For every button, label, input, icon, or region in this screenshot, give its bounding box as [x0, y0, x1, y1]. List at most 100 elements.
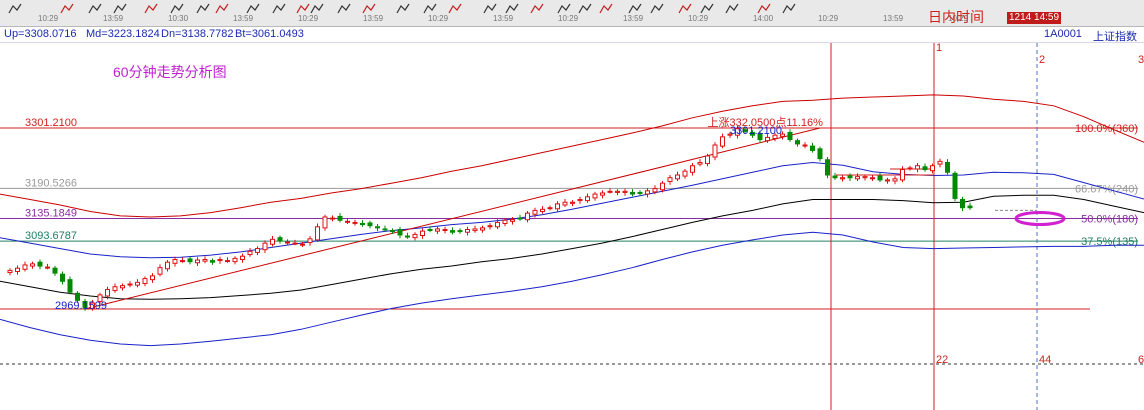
candle-body-108 — [817, 148, 823, 160]
candle-body-93 — [705, 155, 710, 165]
tool-icon-1[interactable] — [60, 1, 74, 14]
candle-body-116 — [877, 175, 883, 181]
candle-body-69 — [525, 212, 530, 221]
candle-body-27 — [210, 260, 215, 263]
candle-body-0 — [7, 269, 13, 274]
tool-icon-28[interactable] — [757, 1, 771, 14]
tool-icon-9[interactable] — [272, 1, 286, 14]
candle-body-49 — [375, 226, 380, 229]
time-marker-2: 22 — [936, 354, 948, 366]
candle-body-28 — [217, 258, 223, 262]
candle-body-115 — [870, 177, 875, 180]
tool-icon-24[interactable] — [650, 1, 664, 14]
candle-body-34 — [262, 242, 268, 251]
tool-icon-12[interactable] — [337, 1, 351, 14]
tool-icon-8[interactable] — [246, 1, 260, 14]
time-marker-0: 1 — [936, 43, 942, 54]
toolbar-time-11: 14:00 — [753, 14, 774, 23]
candle-body-39 — [300, 243, 305, 246]
toolbar-time-10: 10:29 — [688, 14, 709, 23]
candle-body-29 — [225, 260, 230, 263]
candle-body-42 — [322, 216, 328, 229]
candle-body-64 — [487, 225, 493, 228]
tool-icon-27[interactable] — [725, 1, 739, 14]
candle-body-119 — [900, 169, 905, 181]
tool-icon-6[interactable] — [196, 1, 210, 14]
toolbar-time-7: 13:59 — [493, 14, 514, 23]
candle-body-20 — [157, 267, 163, 275]
level-label-3: 3093.6787 — [25, 230, 77, 242]
toolbar-time-8: 10:29 — [558, 14, 579, 23]
candle-body-77 — [585, 196, 590, 202]
tool-icon-23[interactable] — [628, 1, 642, 14]
time-marker-5: 3 — [1138, 54, 1144, 66]
candle-body-78 — [592, 193, 598, 199]
candle-body-121 — [915, 165, 920, 170]
candle-body-40 — [307, 238, 313, 244]
candle-body-19 — [150, 275, 155, 281]
tool-icon-13[interactable] — [362, 1, 376, 14]
candle-body-118 — [892, 178, 898, 182]
candle-body-83 — [630, 191, 635, 195]
candle-body-68 — [517, 217, 523, 220]
candle-body-110 — [832, 175, 838, 179]
tool-icon-21[interactable] — [578, 1, 592, 14]
candle-body-30 — [232, 257, 238, 263]
candle-body-120 — [907, 167, 913, 170]
candle-body-59 — [450, 230, 455, 233]
candle-body-109 — [825, 159, 830, 176]
candle-body-124 — [937, 160, 943, 165]
annotation-2: 2969.1599 — [55, 300, 107, 312]
index-code[interactable]: 1A0001 — [1044, 28, 1082, 40]
tool-icon-5[interactable] — [170, 1, 184, 14]
tool-icon-15[interactable] — [423, 1, 437, 14]
candle-body-122 — [922, 166, 928, 171]
tool-icon-18[interactable] — [505, 1, 519, 14]
tool-icon-17[interactable] — [483, 1, 497, 14]
index-name[interactable]: 上证指数 — [1093, 28, 1137, 44]
candle-body-58 — [442, 229, 448, 232]
annotation-1: 3301.2100 — [730, 125, 782, 137]
tool-icon-14[interactable] — [396, 1, 410, 14]
candle-body-41 — [315, 226, 320, 241]
level-ratio-0: 100.0%(360) — [1075, 123, 1138, 135]
toolbar-time-3: 13:59 — [233, 14, 254, 23]
candle-body-54 — [412, 233, 418, 239]
tool-icon-10[interactable] — [296, 1, 310, 14]
candle-body-35 — [270, 238, 275, 245]
indicator-status-bar: Up=3308.0716 Md=3223.1824 Dn=3138.7782 B… — [0, 27, 1144, 43]
tool-icon-29[interactable] — [782, 1, 796, 14]
tool-icon-25[interactable] — [678, 1, 692, 14]
candle-body-14 — [112, 286, 118, 292]
candle-body-81 — [615, 190, 620, 193]
tool-icon-16[interactable] — [448, 1, 462, 14]
toolbar-time-1: 13:59 — [103, 14, 124, 23]
time-badge: 1214 14:59 — [1007, 12, 1062, 24]
tool-icon-3[interactable] — [113, 1, 127, 14]
bt-value: Bt=3061.0493 — [235, 28, 304, 40]
intraday-time-label[interactable]: 日内时间 — [928, 7, 984, 27]
candle-body-38 — [292, 242, 298, 245]
candle-body-107 — [810, 145, 815, 151]
candle-body-32 — [247, 250, 253, 256]
tool-icon-0[interactable] — [8, 1, 22, 14]
tool-icon-22[interactable] — [599, 1, 613, 14]
tool-icon-26[interactable] — [700, 1, 714, 14]
tool-icon-2[interactable] — [88, 1, 102, 14]
candle-body-57 — [435, 228, 440, 232]
tool-icon-11[interactable] — [310, 1, 324, 14]
candle-body-111 — [840, 177, 845, 180]
tool-icon-20[interactable] — [557, 1, 571, 14]
candle-body-8 — [67, 279, 73, 293]
candle-body-45 — [345, 220, 350, 223]
candle-body-85 — [645, 190, 650, 195]
candle-body-43 — [330, 217, 335, 220]
tool-icon-7[interactable] — [215, 1, 229, 14]
up-value: Up=3308.0716 — [4, 28, 77, 40]
toolbar-time-13: 13:59 — [883, 14, 904, 23]
candle-body-60 — [457, 230, 463, 233]
time-marker-1: 2 — [1039, 54, 1045, 66]
candle-body-63 — [480, 227, 485, 231]
tool-icon-4[interactable] — [144, 1, 158, 14]
tool-icon-19[interactable] — [530, 1, 544, 14]
